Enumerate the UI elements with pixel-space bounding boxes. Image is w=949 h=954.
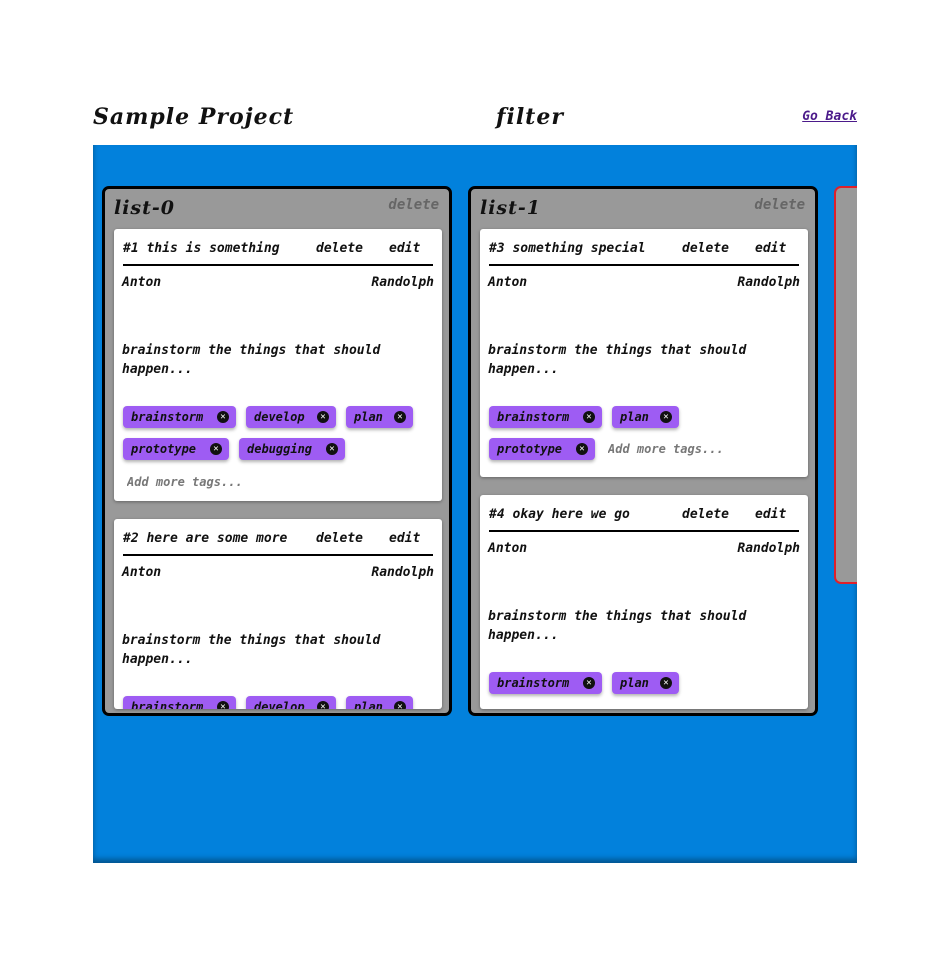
close-circle-icon[interactable]: ✕ — [583, 677, 595, 689]
tag-chip: brainstorm ✕ — [489, 672, 602, 694]
board: list-0 delete #1 this is something delet… — [93, 145, 857, 863]
card-description: brainstorm the things that should happen… — [488, 609, 747, 643]
tag-chip: brainstorm ✕ — [123, 406, 236, 428]
card-assignee: Randolph — [371, 565, 434, 580]
tag-chip: debugging ✕ — [239, 438, 345, 460]
tag-label: brainstorm — [497, 410, 570, 424]
page-header: Sample Project filter Go Back — [93, 96, 857, 140]
close-circle-icon[interactable]: ✕ — [394, 701, 406, 709]
tag-chip: brainstorm ✕ — [489, 406, 602, 428]
tag-chip: plan ✕ — [612, 672, 679, 694]
card-assignee: Randolph — [737, 275, 800, 290]
close-circle-icon[interactable]: ✕ — [326, 443, 338, 455]
tag-label: prototype — [497, 442, 563, 456]
card-title: #3 something special — [489, 241, 646, 256]
card-delete-button[interactable]: delete — [316, 241, 363, 256]
card[interactable]: #4 okay here we go delete edit Anton Ran… — [480, 495, 808, 709]
card-edit-button[interactable]: edit — [389, 531, 420, 546]
tag-chip: plan ✕ — [346, 696, 413, 709]
card-header: #3 something special delete edit — [489, 239, 799, 266]
tag-label: plan — [620, 410, 649, 424]
tag-label: develop — [254, 700, 305, 709]
card-delete-button[interactable]: delete — [316, 531, 363, 546]
tag-label: debugging — [247, 442, 313, 456]
card-author: Anton — [122, 275, 162, 290]
card-title: #4 okay here we go — [489, 507, 630, 522]
tag-label: plan — [620, 676, 649, 690]
card-author: Anton — [488, 541, 528, 556]
card-header: #2 here are some more delete edit — [123, 529, 433, 556]
filter-title[interactable]: filter — [496, 104, 564, 130]
card-assignee: Randolph — [371, 275, 434, 290]
card-edit-button[interactable]: edit — [755, 507, 786, 522]
add-tag-input[interactable] — [608, 439, 798, 459]
list-column-offscreen — [834, 186, 857, 584]
close-circle-icon[interactable]: ✕ — [583, 411, 595, 423]
card[interactable]: #2 here are some more delete edit Anton … — [114, 519, 442, 709]
card[interactable]: #3 something special delete edit Anton R… — [480, 229, 808, 477]
card-header: #1 this is something delete edit — [123, 239, 433, 266]
close-circle-icon[interactable]: ✕ — [660, 677, 672, 689]
tag-chip: prototype ✕ — [123, 438, 229, 460]
list-column: list-1 delete #3 something special delet… — [468, 186, 818, 716]
list-title: list-0 — [114, 197, 176, 219]
close-circle-icon[interactable]: ✕ — [317, 411, 329, 423]
card-author: Anton — [122, 565, 162, 580]
tag-label: plan — [354, 410, 383, 424]
tag-label: brainstorm — [497, 676, 570, 690]
tag-chip: brainstorm ✕ — [123, 696, 236, 709]
card-assignee: Randolph — [737, 541, 800, 556]
card-title: #2 here are some more — [123, 531, 288, 546]
tag-chip: develop ✕ — [246, 696, 336, 709]
list-column: list-0 delete #1 this is something delet… — [102, 186, 452, 716]
card[interactable]: #1 this is something delete edit Anton R… — [114, 229, 442, 501]
close-circle-icon[interactable]: ✕ — [394, 411, 406, 423]
card-title: #1 this is something — [123, 241, 280, 256]
card-description: brainstorm the things that should happen… — [122, 343, 381, 377]
list-delete-button[interactable]: delete — [388, 197, 439, 213]
tag-chip: plan ✕ — [346, 406, 413, 428]
project-title: Sample Project — [93, 104, 295, 130]
tag-chip: prototype ✕ — [489, 438, 595, 460]
tag-chip: plan ✕ — [612, 406, 679, 428]
close-circle-icon[interactable]: ✕ — [317, 701, 329, 709]
card-description: brainstorm the things that should happen… — [122, 633, 381, 667]
card-delete-button[interactable]: delete — [682, 241, 729, 256]
go-back-link[interactable]: Go Back — [802, 109, 857, 124]
tag-label: prototype — [131, 442, 197, 456]
card-edit-button[interactable]: edit — [389, 241, 420, 256]
tag-label: develop — [254, 410, 305, 424]
close-circle-icon[interactable]: ✕ — [217, 411, 229, 423]
list-delete-button[interactable]: delete — [754, 197, 805, 213]
close-circle-icon[interactable]: ✕ — [576, 443, 588, 455]
tag-label: brainstorm — [131, 700, 204, 709]
close-circle-icon[interactable]: ✕ — [210, 443, 222, 455]
card-author: Anton — [488, 275, 528, 290]
close-circle-icon[interactable]: ✕ — [660, 411, 672, 423]
add-tag-input[interactable] — [127, 472, 327, 492]
list-title: list-1 — [480, 197, 542, 219]
close-circle-icon[interactable]: ✕ — [217, 701, 229, 709]
tag-label: brainstorm — [131, 410, 204, 424]
card-description: brainstorm the things that should happen… — [488, 343, 747, 377]
card-edit-button[interactable]: edit — [755, 241, 786, 256]
tag-label: plan — [354, 700, 383, 709]
card-delete-button[interactable]: delete — [682, 507, 729, 522]
card-header: #4 okay here we go delete edit — [489, 505, 799, 532]
tag-chip: develop ✕ — [246, 406, 336, 428]
